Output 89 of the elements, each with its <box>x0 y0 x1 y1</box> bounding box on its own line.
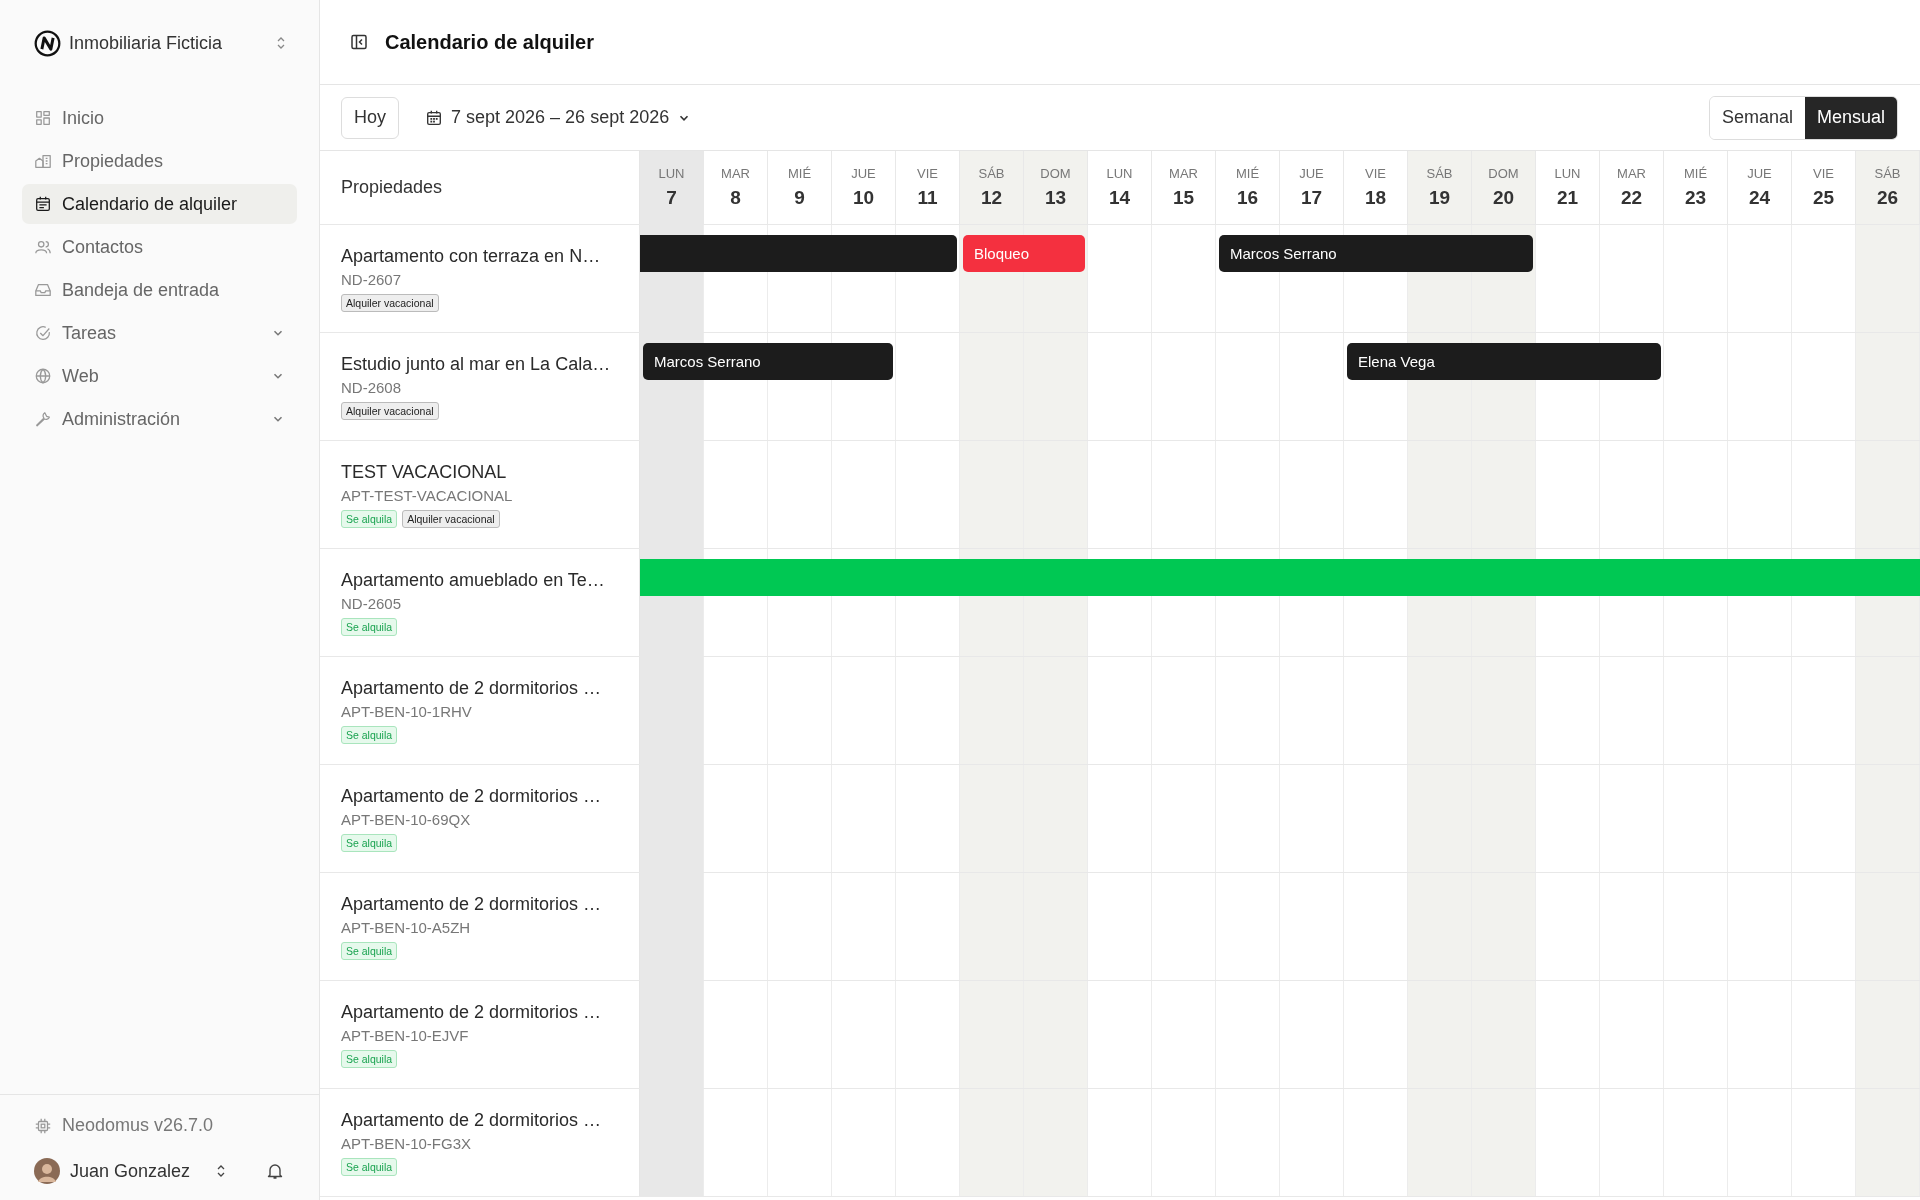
day-header: LUN 7 <box>640 151 704 224</box>
tag: Se alquila <box>341 833 398 852</box>
property-name[interactable]: Apartamento de 2 dormitorios … <box>341 1109 619 1131</box>
nav-item[interactable]: Contactos <box>22 227 297 267</box>
chip-icon <box>34 1116 52 1135</box>
property-code: ND-2608 <box>341 378 403 396</box>
version-label: Neodomus v26.7.0 <box>62 1115 214 1136</box>
avatar-icon[interactable] <box>34 1158 60 1184</box>
calendar-row[interactable] <box>640 981 1920 1088</box>
day-header: LUN 21 <box>1536 151 1600 224</box>
date-range-picker[interactable]: 7 sept 2026 – 26 sept 2026 <box>419 107 698 128</box>
nav-item[interactable]: Web <box>22 356 297 396</box>
nav-item[interactable]: Calendario de alquiler <box>22 184 297 224</box>
tag: Alquiler vacacional <box>341 401 439 420</box>
property-name[interactable]: Apartamento amueblado en Te… <box>341 569 619 591</box>
calendar-icon <box>425 108 443 127</box>
property-name[interactable]: Apartamento de 2 dormitorios … <box>341 1001 619 1023</box>
column-header: Propiedades <box>341 177 444 198</box>
day-header: JUE 24 <box>1728 151 1792 224</box>
tag: Se alquila <box>341 941 398 960</box>
property-code: ND-2605 <box>341 594 403 612</box>
day-header: JUE 17 <box>1280 151 1344 224</box>
property-name[interactable]: Apartamento con terraza en N… <box>341 245 619 267</box>
booking-bar[interactable]: Marcos Serrano <box>643 343 893 380</box>
day-header: DOM 13 <box>1024 151 1088 224</box>
day-header: SÁB 26 <box>1856 151 1920 224</box>
property-name[interactable]: Apartamento de 2 dormitorios … <box>341 785 619 807</box>
booking-bar[interactable]: Marcos Serrano <box>1219 235 1533 272</box>
nav-item[interactable]: Bandeja de entrada <box>22 270 297 310</box>
today-button[interactable]: Hoy <box>341 96 399 139</box>
booking-bar[interactable]: Elena Vega <box>1347 343 1661 380</box>
tag: Se alquila <box>341 617 398 636</box>
tag: Alquiler vacacional <box>402 509 500 528</box>
check-circle-icon <box>34 324 52 342</box>
calendar-row[interactable] <box>640 765 1920 872</box>
property-code: APT-TEST-VACACIONAL <box>341 486 514 504</box>
nav-item[interactable]: Administración <box>22 399 297 439</box>
day-header: JUE 10 <box>832 151 896 224</box>
property-code: APT-BEN-10-69QX <box>341 810 472 828</box>
calendar-row[interactable] <box>640 1089 1920 1196</box>
day-header: SÁB 12 <box>960 151 1024 224</box>
calendar-row[interactable] <box>640 873 1920 980</box>
tag: Se alquila <box>341 1157 398 1176</box>
calendar-row[interactable]: Bloqueo Marcos Serrano <box>640 225 1920 332</box>
property-name[interactable]: Estudio junto al mar en La Cala… <box>341 353 619 375</box>
property-name[interactable]: Apartamento de 2 dormitorios … <box>341 893 619 915</box>
property-name[interactable]: TEST VACACIONAL <box>341 461 619 483</box>
people-icon <box>34 238 52 256</box>
calendar-row[interactable] <box>640 441 1920 548</box>
nav-item[interactable]: Tareas <box>22 313 297 353</box>
property-code: ND-2607 <box>341 270 403 288</box>
calendar-row[interactable] <box>640 549 1920 656</box>
day-header: MAR 22 <box>1600 151 1664 224</box>
page-title: Calendario de alquiler <box>385 30 594 54</box>
tag: Se alquila <box>341 725 398 744</box>
calendar-icon <box>34 195 52 213</box>
bell-icon[interactable] <box>265 1161 285 1181</box>
day-header: SÁB 19 <box>1408 151 1472 224</box>
day-header: LUN 14 <box>1088 151 1152 224</box>
day-header: MIÉ 16 <box>1216 151 1280 224</box>
day-header: MIÉ 23 <box>1664 151 1728 224</box>
user-name[interactable]: Juan Gonzalez <box>70 1160 205 1182</box>
day-header: MAR 8 <box>704 151 768 224</box>
view-tab[interactable]: Mensual <box>1804 96 1897 139</box>
day-header: MAR 15 <box>1152 151 1216 224</box>
property-code: APT-BEN-10-1RHV <box>341 702 473 720</box>
nav-item[interactable]: Propiedades <box>22 141 297 181</box>
sidebar-toggle-icon[interactable] <box>349 32 369 52</box>
globe-icon <box>34 367 52 385</box>
property-code: APT-BEN-10-A5ZH <box>341 918 472 936</box>
property-name[interactable]: Apartamento de 2 dormitorios … <box>341 677 619 699</box>
tag: Se alquila <box>341 509 398 528</box>
inbox-icon <box>34 281 52 299</box>
tag: Se alquila <box>341 1049 398 1068</box>
property-code: APT-BEN-10-FG3X <box>341 1134 473 1152</box>
calendar-row[interactable]: Marcos Serrano Elena Vega <box>640 333 1920 440</box>
block-bar[interactable]: Bloqueo <box>963 235 1085 272</box>
tag: Alquiler vacacional <box>341 293 439 312</box>
grid-icon <box>34 109 52 127</box>
day-header: MIÉ 9 <box>768 151 832 224</box>
chevron-up-down-icon[interactable] <box>215 1163 227 1179</box>
calendar-row[interactable] <box>640 657 1920 764</box>
property-code: APT-BEN-10-EJVF <box>341 1026 470 1044</box>
logo-icon <box>34 29 61 57</box>
day-header: DOM 20 <box>1472 151 1536 224</box>
nav-item[interactable]: Inicio <box>22 98 297 138</box>
organization-name[interactable]: Inmobiliaria Ficticia <box>69 32 267 54</box>
buildings-icon <box>34 152 52 170</box>
wrench-icon <box>34 410 52 428</box>
